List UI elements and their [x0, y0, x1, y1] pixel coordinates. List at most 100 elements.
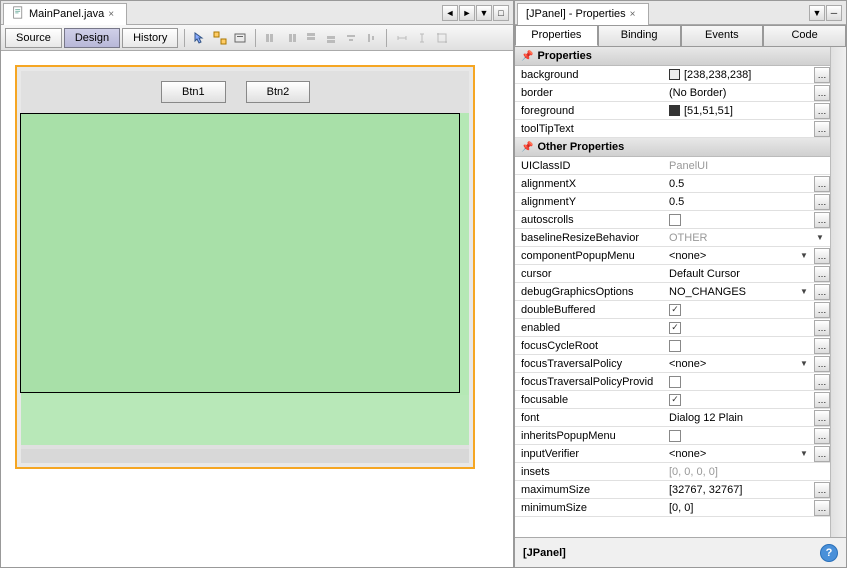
- property-row[interactable]: focusCycleRoot…: [515, 337, 830, 355]
- tab-properties[interactable]: Properties: [515, 25, 598, 46]
- tab-maximize-button[interactable]: □: [493, 5, 509, 21]
- ellipsis-button[interactable]: …: [814, 338, 830, 354]
- ellipsis-button[interactable]: …: [814, 194, 830, 210]
- property-row[interactable]: UIClassIDPanelUI: [515, 157, 830, 175]
- chevron-down-icon[interactable]: ▼: [814, 233, 826, 242]
- ellipsis-button[interactable]: …: [814, 410, 830, 426]
- property-value[interactable]: ✓: [665, 322, 814, 334]
- tab-next-button[interactable]: ►: [459, 5, 475, 21]
- source-view-button[interactable]: Source: [5, 28, 62, 48]
- chevron-down-icon[interactable]: ▼: [798, 287, 810, 296]
- property-value[interactable]: <none>▼: [665, 448, 814, 460]
- checkbox[interactable]: ✓: [669, 322, 681, 334]
- ellipsis-button[interactable]: …: [814, 248, 830, 264]
- vertical-scrollbar[interactable]: [830, 47, 846, 537]
- ellipsis-button[interactable]: …: [814, 121, 830, 137]
- designer-component-panel-light[interactable]: [21, 395, 469, 445]
- property-value[interactable]: <none>▼: [665, 358, 814, 370]
- form-root-panel[interactable]: Btn1 Btn2: [15, 65, 475, 469]
- same-width-icon[interactable]: [393, 29, 411, 47]
- ellipsis-button[interactable]: …: [814, 266, 830, 282]
- property-row[interactable]: border(No Border)…: [515, 84, 830, 102]
- checkbox[interactable]: ✓: [669, 394, 681, 406]
- ellipsis-button[interactable]: …: [814, 176, 830, 192]
- section-header-properties[interactable]: 📌 Properties: [515, 47, 830, 66]
- property-value[interactable]: [0, 0]: [665, 502, 814, 514]
- resize-icon[interactable]: [433, 29, 451, 47]
- ellipsis-button[interactable]: …: [814, 374, 830, 390]
- center-v-icon[interactable]: [362, 29, 380, 47]
- property-row[interactable]: maximumSize[32767, 32767]…: [515, 481, 830, 499]
- designer-component-bottom-strip[interactable]: [21, 449, 469, 463]
- property-row[interactable]: cursorDefault Cursor…: [515, 265, 830, 283]
- design-view-button[interactable]: Design: [64, 28, 120, 48]
- property-value[interactable]: [665, 376, 814, 388]
- property-row[interactable]: minimumSize[0, 0]…: [515, 499, 830, 517]
- align-top-icon[interactable]: [302, 29, 320, 47]
- connection-mode-icon[interactable]: [211, 29, 229, 47]
- properties-window-tab[interactable]: [JPanel] - Properties ×: [517, 3, 649, 25]
- ellipsis-button[interactable]: …: [814, 103, 830, 119]
- property-row[interactable]: enabled✓…: [515, 319, 830, 337]
- preview-icon[interactable]: [231, 29, 249, 47]
- property-value[interactable]: [32767, 32767]: [665, 484, 814, 496]
- ellipsis-button[interactable]: …: [814, 284, 830, 300]
- property-value[interactable]: [238,238,238]: [665, 69, 814, 81]
- history-view-button[interactable]: History: [122, 28, 178, 48]
- property-row[interactable]: componentPopupMenu<none>▼…: [515, 247, 830, 265]
- ellipsis-button[interactable]: …: [814, 85, 830, 101]
- property-row[interactable]: doubleBuffered✓…: [515, 301, 830, 319]
- ellipsis-button[interactable]: …: [814, 212, 830, 228]
- ellipsis-button[interactable]: …: [814, 392, 830, 408]
- property-value[interactable]: (No Border): [665, 87, 814, 99]
- property-row[interactable]: baselineResizeBehaviorOTHER▼: [515, 229, 830, 247]
- tab-dropdown-button[interactable]: ▼: [809, 5, 825, 21]
- checkbox[interactable]: [669, 340, 681, 352]
- chevron-down-icon[interactable]: ▼: [798, 359, 810, 368]
- designer-component-container[interactable]: [21, 113, 469, 445]
- property-row[interactable]: toolTipText…: [515, 120, 830, 138]
- property-row[interactable]: focusTraversalPolicy<none>▼…: [515, 355, 830, 373]
- property-row[interactable]: inputVerifier<none>▼…: [515, 445, 830, 463]
- checkbox[interactable]: [669, 430, 681, 442]
- property-row[interactable]: debugGraphicsOptionsNO_CHANGES▼…: [515, 283, 830, 301]
- close-icon[interactable]: ×: [630, 9, 640, 19]
- tab-code[interactable]: Code: [763, 25, 846, 46]
- property-value[interactable]: Default Cursor: [665, 268, 814, 280]
- property-value[interactable]: 0.5: [665, 196, 814, 208]
- property-value[interactable]: [51,51,51]: [665, 105, 814, 117]
- ellipsis-button[interactable]: …: [814, 356, 830, 372]
- checkbox[interactable]: [669, 214, 681, 226]
- property-row[interactable]: alignmentX0.5…: [515, 175, 830, 193]
- center-h-icon[interactable]: [342, 29, 360, 47]
- property-row[interactable]: fontDialog 12 Plain…: [515, 409, 830, 427]
- chevron-down-icon[interactable]: ▼: [798, 251, 810, 260]
- align-bottom-icon[interactable]: [322, 29, 340, 47]
- tab-events[interactable]: Events: [681, 25, 764, 46]
- property-row[interactable]: alignmentY0.5…: [515, 193, 830, 211]
- ellipsis-button[interactable]: …: [814, 428, 830, 444]
- property-row[interactable]: autoscrolls…: [515, 211, 830, 229]
- property-value[interactable]: 0.5: [665, 178, 814, 190]
- chevron-down-icon[interactable]: ▼: [798, 449, 810, 458]
- designer-component-btn2[interactable]: Btn2: [246, 81, 311, 103]
- tab-prev-button[interactable]: ◄: [442, 5, 458, 21]
- property-value[interactable]: [665, 214, 814, 226]
- ellipsis-button[interactable]: …: [814, 320, 830, 336]
- ellipsis-button[interactable]: …: [814, 67, 830, 83]
- section-header-other[interactable]: 📌 Other Properties: [515, 138, 830, 157]
- tab-minimize-button[interactable]: ─: [826, 5, 842, 21]
- same-height-icon[interactable]: [413, 29, 431, 47]
- tab-dropdown-button[interactable]: ▼: [476, 5, 492, 21]
- checkbox[interactable]: ✓: [669, 304, 681, 316]
- selection-mode-icon[interactable]: [191, 29, 209, 47]
- property-row[interactable]: focusable✓…: [515, 391, 830, 409]
- tab-binding[interactable]: Binding: [598, 25, 681, 46]
- checkbox[interactable]: [669, 376, 681, 388]
- close-icon[interactable]: ×: [108, 9, 118, 19]
- property-row[interactable]: foreground[51,51,51]…: [515, 102, 830, 120]
- ellipsis-button[interactable]: …: [814, 302, 830, 318]
- property-row[interactable]: inheritsPopupMenu…: [515, 427, 830, 445]
- align-right-icon[interactable]: [282, 29, 300, 47]
- property-value[interactable]: ✓: [665, 394, 814, 406]
